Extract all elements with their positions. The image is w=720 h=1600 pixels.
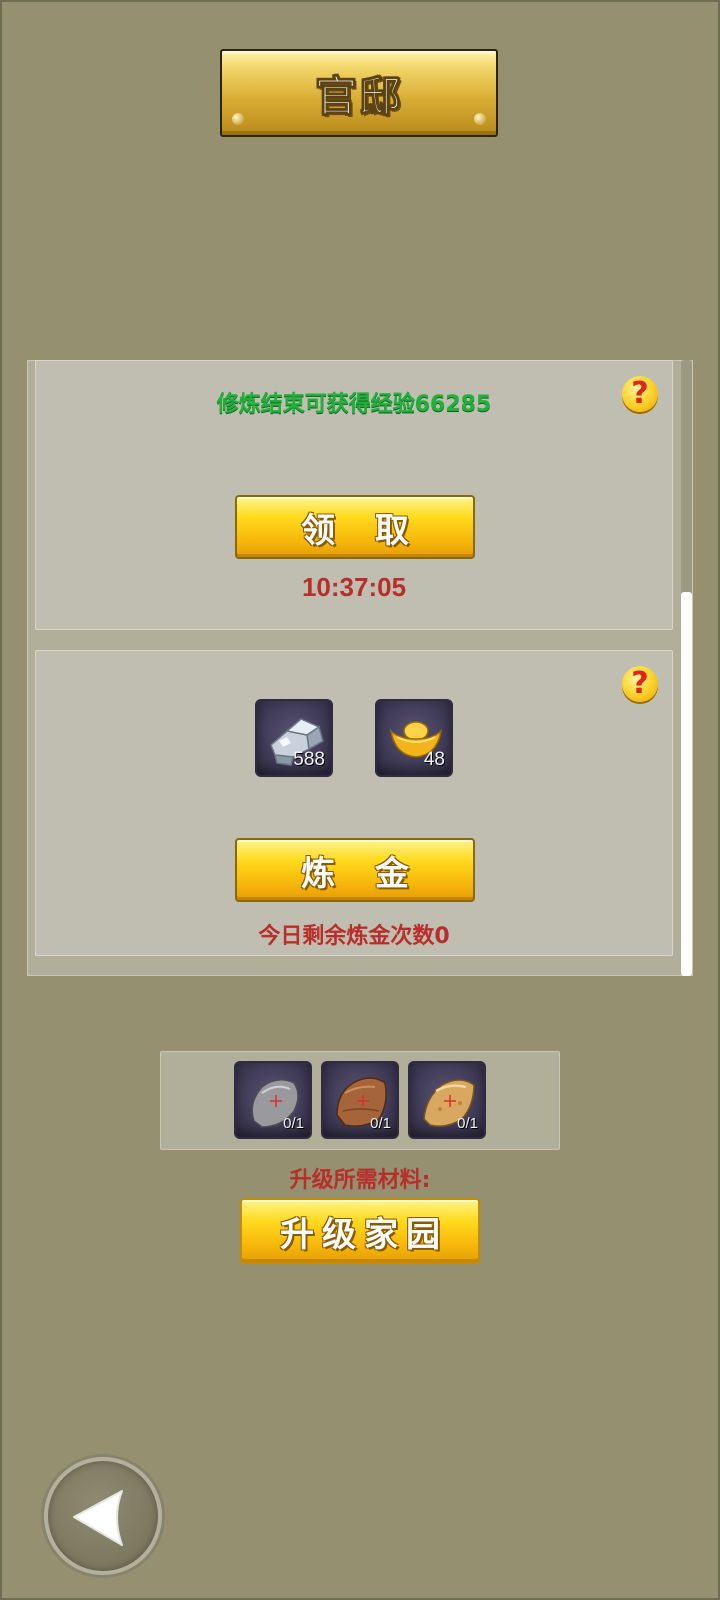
cultivation-exp-text: 修炼结束可获得经验66285 xyxy=(216,392,492,417)
alchemy-panel xyxy=(35,650,673,956)
question-mark-icon[interactable]: ? xyxy=(622,666,658,702)
alchemy-button-label: 炼 金 xyxy=(301,853,423,894)
upgrade-home-button[interactable]: 升级家园 xyxy=(240,1198,480,1264)
materials-label: 升级所需材料: xyxy=(289,1168,431,1193)
stone-material-slot[interactable]: 0/1 xyxy=(234,1061,312,1139)
sand-material-slot[interactable]: 0/1 xyxy=(408,1061,486,1139)
claim-button-label: 领 取 xyxy=(301,510,423,551)
silver-ore-slot[interactable]: 588 xyxy=(255,699,333,777)
title-plaque: 官邸 xyxy=(220,49,498,137)
claim-button[interactable]: 领 取 xyxy=(235,495,475,559)
gold-ingot-count: 48 xyxy=(423,749,445,770)
page-title: 官邸 xyxy=(314,71,403,121)
alchemy-button[interactable]: 炼 金 xyxy=(235,838,475,902)
scrollbar-thumb[interactable] xyxy=(681,592,692,976)
wood-material-count: 0/1 xyxy=(370,1115,391,1132)
upgrade-home-button-label: 升级家园 xyxy=(280,1214,448,1255)
stone-material-count: 0/1 xyxy=(283,1115,304,1132)
back-arrow-icon xyxy=(73,1490,123,1546)
wood-material-slot[interactable]: 0/1 xyxy=(321,1061,399,1139)
gold-ingot-slot[interactable]: 48 xyxy=(375,699,453,777)
silver-ore-count: 588 xyxy=(293,749,325,770)
sand-material-count: 0/1 xyxy=(457,1115,478,1132)
back-button[interactable] xyxy=(44,1457,162,1575)
alchemy-remaining-text: 今日剩余炼金次数0 xyxy=(258,924,450,949)
cultivation-timer: 10:37:05 xyxy=(301,572,407,602)
